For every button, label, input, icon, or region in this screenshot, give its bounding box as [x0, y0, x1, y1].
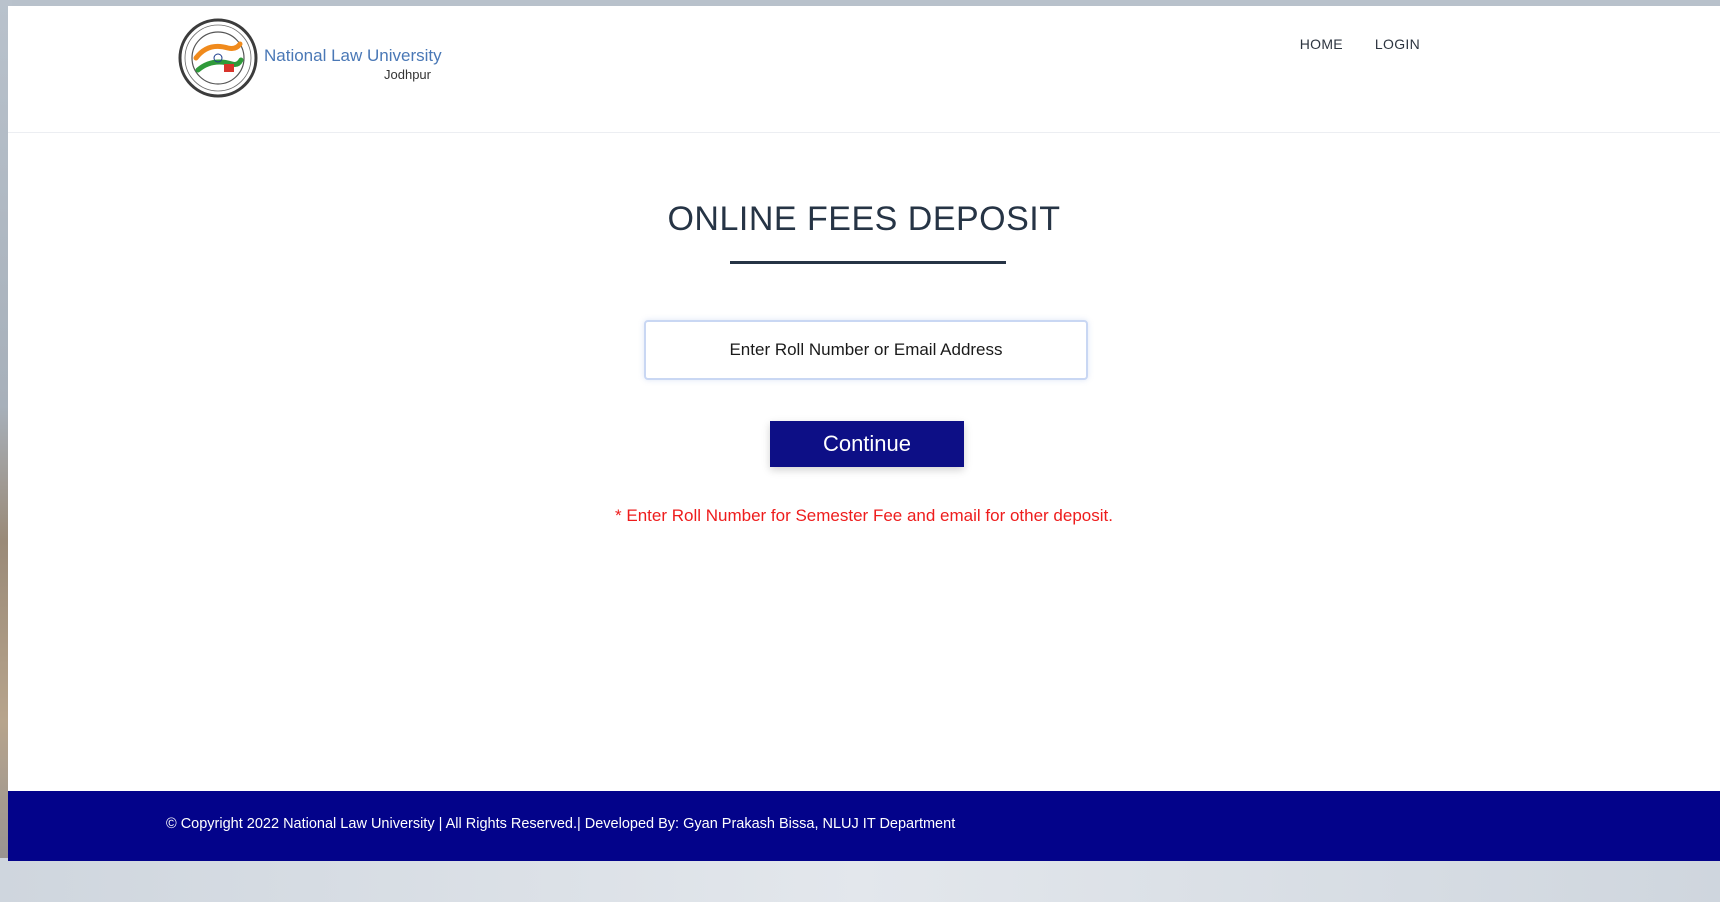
university-name: National Law University [264, 46, 442, 65]
site-footer: © Copyright 2022 National Law University… [8, 791, 1720, 861]
site-header: National Law University Jodhpur HOME LOG… [8, 6, 1720, 133]
university-city: Jodhpur [384, 67, 431, 82]
nav-login-link[interactable]: LOGIN [1375, 36, 1420, 52]
browser-page: National Law University Jodhpur HOME LOG… [8, 6, 1720, 861]
university-seal-icon [178, 18, 258, 98]
logo-text: National Law University Jodhpur [264, 28, 454, 88]
page-title: ONLINE FEES DEPOSIT [667, 200, 1061, 238]
desktop-background-bottom [0, 858, 1720, 902]
instruction-note: * Enter Roll Number for Semester Fee and… [615, 506, 1113, 525]
footer-copyright: © Copyright 2022 National Law University… [166, 816, 956, 832]
nav-home-link[interactable]: HOME [1300, 36, 1343, 52]
site-logo[interactable]: National Law University Jodhpur [178, 18, 454, 98]
continue-button[interactable]: Continue [770, 421, 964, 467]
roll-email-input[interactable] [646, 339, 1086, 361]
main-nav: HOME LOGIN [1300, 36, 1420, 52]
roll-email-input-wrapper [644, 320, 1088, 380]
title-underline [730, 261, 1006, 264]
